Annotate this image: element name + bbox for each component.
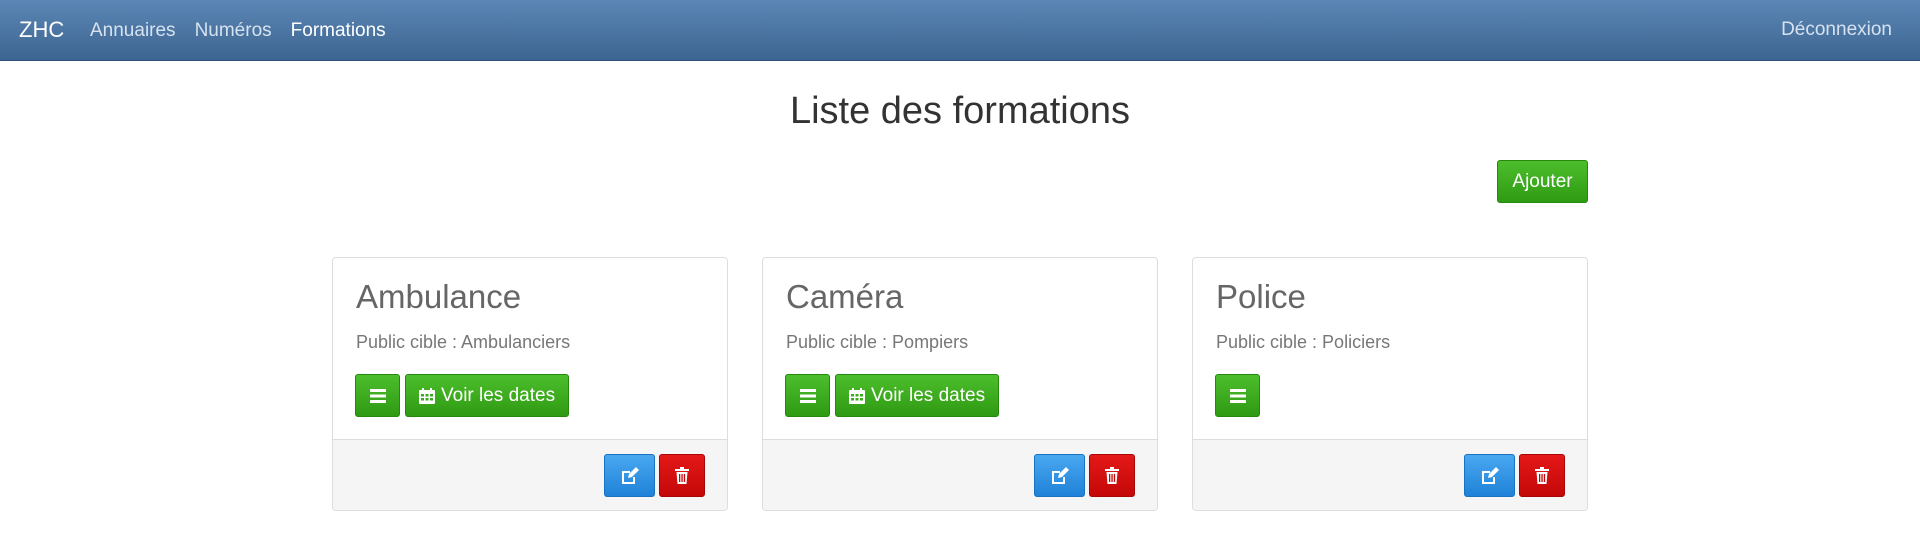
calendar-icon — [419, 387, 435, 404]
view-dates-button[interactable]: Voir les dates — [835, 374, 1000, 417]
card-footer-actions — [1464, 454, 1565, 497]
edit-button[interactable] — [604, 454, 655, 497]
card-footer — [763, 439, 1157, 510]
card-title: Police — [1216, 278, 1306, 315]
list-icon — [369, 388, 386, 403]
details-button[interactable] — [785, 374, 830, 417]
edit-icon — [620, 466, 640, 485]
card-footer-actions — [604, 454, 705, 497]
details-button[interactable] — [355, 374, 400, 417]
calendar-icon — [849, 387, 865, 404]
card-subtitle: Public cible : Policiers — [1216, 332, 1391, 352]
edit-icon — [1480, 466, 1500, 485]
card-footer — [1193, 439, 1587, 510]
add-button[interactable]: Ajouter — [1497, 160, 1588, 203]
delete-button[interactable] — [1519, 454, 1565, 497]
details-button[interactable] — [1215, 374, 1260, 417]
card-footer — [333, 439, 727, 510]
trash-icon — [1105, 467, 1119, 484]
edit-icon — [1050, 466, 1070, 485]
page-title: Liste des formations — [789, 90, 1131, 132]
formation-card: Police Public cible : Policiers — [1192, 257, 1588, 511]
nav-item-numeros[interactable]: Numéros — [195, 20, 272, 42]
card-title: Ambulance — [356, 278, 522, 315]
nav-item-formations[interactable]: Formations — [291, 20, 386, 42]
card-title: Caméra — [786, 278, 904, 315]
list-icon — [799, 388, 816, 403]
card-actions: Voir les dates — [785, 374, 1000, 417]
logout-link[interactable]: Déconnexion — [1781, 19, 1892, 41]
nav-links: Annuaires Numéros Formations — [90, 0, 405, 61]
brand[interactable]: ZHC — [19, 17, 64, 43]
formation-card: Caméra Public cible : Pompiers Voir les … — [762, 257, 1158, 511]
card-body: Police Public cible : Policiers — [1193, 258, 1587, 439]
view-dates-label: Voir les dates — [871, 384, 986, 406]
card-body: Caméra Public cible : Pompiers Voir les … — [763, 258, 1157, 439]
trash-icon — [675, 467, 689, 484]
card-subtitle: Public cible : Pompiers — [786, 332, 969, 352]
trash-icon — [1535, 467, 1549, 484]
list-icon — [1229, 388, 1246, 403]
navbar: ZHC Annuaires Numéros Formations Déconne… — [0, 0, 1920, 61]
card-footer-actions — [1034, 454, 1135, 497]
formation-card: Ambulance Public cible : Ambulanciers Vo… — [332, 257, 728, 511]
edit-button[interactable] — [1464, 454, 1515, 497]
view-dates-label: Voir les dates — [441, 384, 556, 406]
card-subtitle: Public cible : Ambulanciers — [356, 332, 571, 352]
card-body: Ambulance Public cible : Ambulanciers Vo… — [333, 258, 727, 439]
delete-button[interactable] — [1089, 454, 1135, 497]
view-dates-button[interactable]: Voir les dates — [405, 374, 570, 417]
card-actions — [1215, 374, 1260, 417]
nav-item-annuaires[interactable]: Annuaires — [90, 20, 176, 42]
card-actions: Voir les dates — [355, 374, 570, 417]
edit-button[interactable] — [1034, 454, 1085, 497]
delete-button[interactable] — [659, 454, 705, 497]
